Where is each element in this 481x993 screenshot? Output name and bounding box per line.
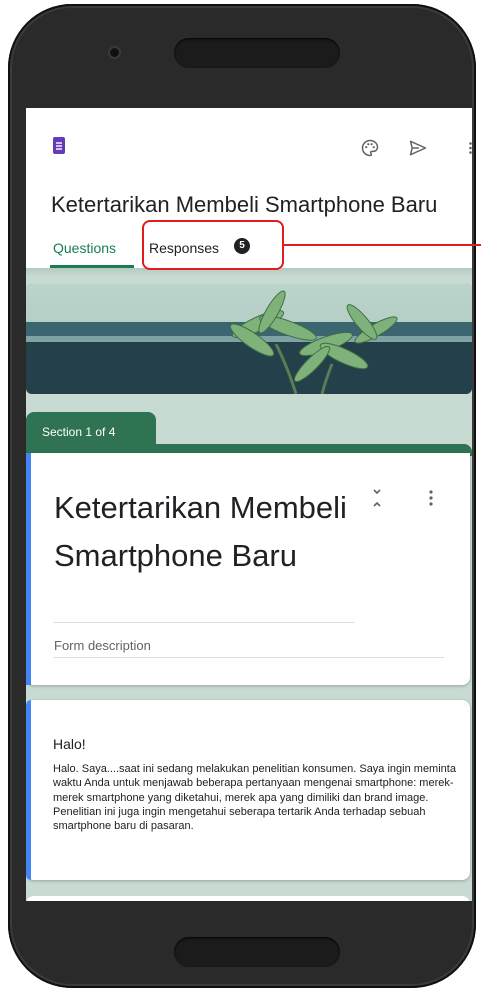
text-block-accent bbox=[26, 700, 31, 880]
bottom-speaker bbox=[174, 937, 340, 967]
palette-icon[interactable] bbox=[360, 138, 380, 158]
more-vert-icon[interactable] bbox=[469, 142, 472, 154]
text-block-title: Halo! bbox=[53, 736, 86, 752]
form-description-input[interactable]: Form description bbox=[54, 638, 151, 653]
earpiece-speaker bbox=[174, 38, 340, 68]
collapse-section-icon[interactable] bbox=[371, 488, 383, 508]
title-underline bbox=[54, 622, 354, 623]
text-block-body: Halo. Saya....saat ini sedang melakukan … bbox=[53, 763, 456, 833]
forms-logo-icon bbox=[53, 137, 65, 154]
section-more-icon[interactable] bbox=[429, 490, 433, 506]
front-camera bbox=[110, 48, 119, 57]
section-title[interactable]: Ketertarikan Membeli Smartphone Baru bbox=[54, 484, 354, 580]
responses-highlight-box bbox=[142, 220, 284, 270]
description-underline bbox=[54, 657, 444, 658]
card-focus-accent bbox=[26, 453, 31, 685]
next-card-peek[interactable] bbox=[26, 896, 470, 901]
callout-pointer-line bbox=[284, 244, 481, 246]
section-label: Section 1 of 4 bbox=[42, 425, 116, 439]
tab-questions[interactable]: Questions bbox=[53, 240, 116, 256]
send-icon[interactable] bbox=[408, 138, 428, 158]
form-title: Ketertarikan Membeli Smartphone Baru bbox=[51, 192, 438, 217]
header-banner-image bbox=[26, 284, 472, 394]
